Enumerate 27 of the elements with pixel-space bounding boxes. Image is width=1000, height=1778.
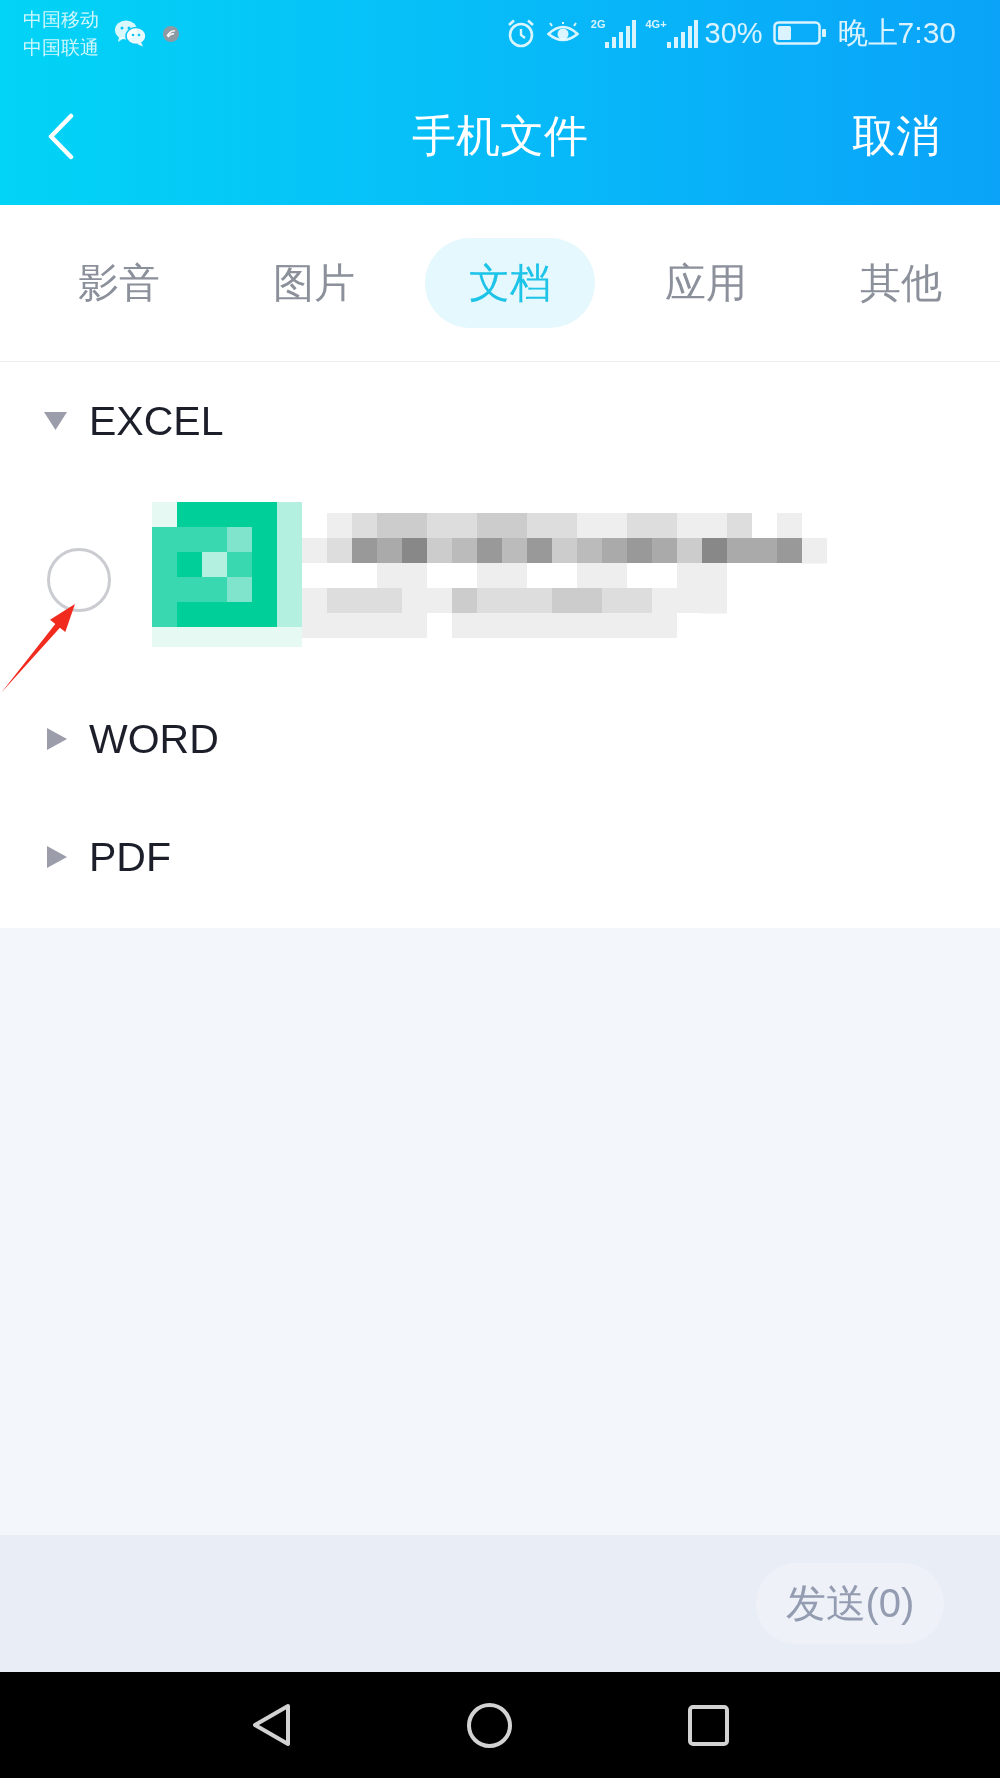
carrier-name: 中国联通 <box>23 36 99 60</box>
battery-percentage: 30% <box>704 16 763 50</box>
alarm-clock-icon <box>506 18 535 48</box>
clock-time: 晚上7:30 <box>837 14 956 51</box>
signal-bars-icon <box>666 20 698 48</box>
battery-icon <box>772 21 826 45</box>
notification-icon <box>163 26 179 42</box>
network-type-label: 4G+ <box>645 18 667 30</box>
section-toggle[interactable]: EXCEL <box>44 397 224 445</box>
network-type-label: 2G <box>590 18 606 30</box>
category-tab[interactable]: 应用 <box>620 238 791 328</box>
category-tab[interactable]: 图片 <box>229 238 400 328</box>
section-toggle[interactable]: WORD <box>44 715 219 763</box>
home-icon[interactable] <box>467 1702 512 1748</box>
eye-icon <box>546 22 579 44</box>
cancel-button[interactable]: 取消 <box>852 107 940 166</box>
pixelated-file-icon <box>152 501 302 647</box>
signal-bars-icon <box>605 20 637 48</box>
category-tab[interactable]: 影音 <box>33 238 204 328</box>
section-toggle[interactable]: PDF <box>44 833 171 881</box>
back-icon[interactable] <box>252 1703 291 1747</box>
recent-apps-icon[interactable] <box>688 1704 729 1746</box>
carrier-name: 中国移动 <box>23 8 99 32</box>
category-tab[interactable]: 其他 <box>816 238 987 328</box>
category-tab[interactable]: 文档 <box>425 238 595 328</box>
page-title: 手机文件 <box>412 110 588 162</box>
chat-bubbles-icon <box>114 19 147 47</box>
